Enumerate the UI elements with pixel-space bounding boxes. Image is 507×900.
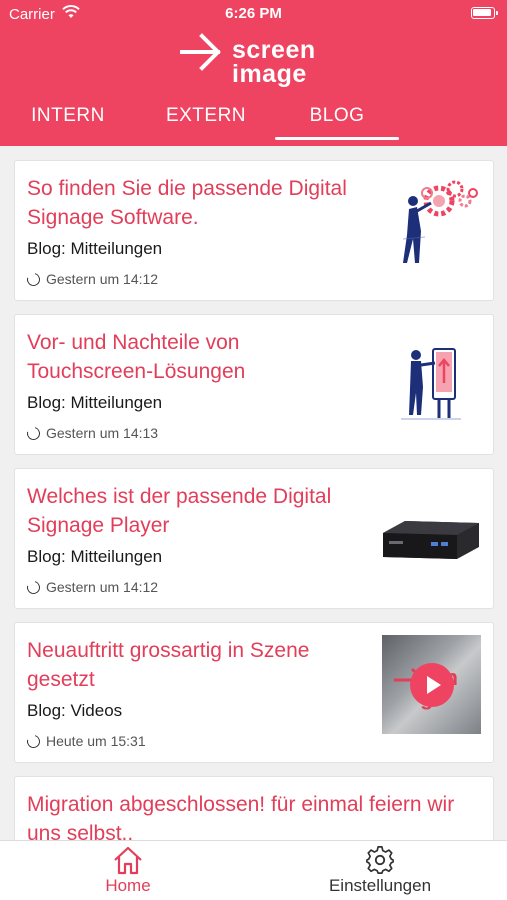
gear-icon — [366, 846, 394, 874]
post-title: Neuauftritt grossartig in Szene gesetzt — [27, 639, 310, 691]
post-category: Blog: Videos — [27, 701, 123, 720]
nav-home-label: Home — [105, 876, 151, 895]
clock-icon — [24, 732, 43, 751]
blog-post-list[interactable]: So finden Sie die passende Digital Signa… — [0, 146, 507, 840]
clock-icon — [24, 424, 43, 443]
post-time-label: Gestern um 14:13 — [46, 425, 159, 441]
video-thumbnail[interactable]: een ge — [382, 635, 481, 734]
post-category: Blog: Mitteilungen — [27, 239, 163, 258]
nav-settings[interactable]: Einstellungen — [315, 841, 445, 900]
post-time-label: Gestern um 14:12 — [46, 579, 159, 595]
blog-post-card[interactable]: Neuauftritt grossartig in Szene gesetzt … — [14, 622, 494, 763]
post-title: Vor- und Nachteile von Touchscreen-Lösun… — [27, 331, 246, 383]
home-icon — [114, 846, 142, 875]
status-time: 6:26 PM — [225, 5, 282, 22]
post-time: Heute um 15:31 — [24, 732, 146, 751]
post-title: So finden Sie die passende Digital Signa… — [27, 177, 347, 229]
post-time-label: Heute um 15:31 — [46, 733, 146, 749]
clock-icon — [24, 270, 43, 289]
blog-post-card[interactable]: Vor- und Nachteile von Touchscreen-Lösun… — [14, 314, 494, 455]
nav-home[interactable]: Home — [78, 841, 178, 900]
blog-post-card[interactable]: Migration abgeschlossen! für einmal feie… — [14, 776, 494, 840]
blog-post-card[interactable]: Welches ist der passende Digital Signage… — [14, 468, 494, 609]
app-header: Carrier 6:26 PM screen image INTERN EXTE… — [0, 0, 507, 146]
mini-pc-photo — [383, 521, 479, 559]
post-time: Gestern um 14:12 — [24, 270, 159, 289]
status-bar: Carrier 6:26 PM — [0, 0, 507, 28]
battery-icon — [471, 7, 498, 19]
post-time-label: Gestern um 14:12 — [46, 271, 159, 287]
logo-text-line2: image — [232, 60, 307, 88]
nav-settings-label: Einstellungen — [328, 876, 432, 895]
post-time: Gestern um 14:13 — [24, 424, 159, 443]
post-title: Migration abgeschlossen! für einmal feie… — [27, 793, 455, 840]
screen-image-logo: screen image — [180, 28, 340, 88]
touchscreen-kiosk-illustration — [401, 348, 461, 420]
bottom-tab-bar: Home Einstellungen — [0, 840, 507, 900]
blog-post-card[interactable]: So finden Sie die passende Digital Signa… — [14, 160, 494, 301]
play-icon[interactable] — [410, 663, 454, 707]
logo-arrow-icon — [180, 33, 221, 71]
post-title: Welches ist der passende Digital Signage… — [27, 485, 332, 537]
post-category: Blog: Mitteilungen — [27, 547, 163, 566]
tab-intern[interactable]: INTERN — [3, 96, 133, 140]
gears-person-illustration — [402, 180, 478, 263]
clock-icon — [24, 578, 43, 597]
tab-blog[interactable]: BLOG — [272, 96, 402, 140]
post-time: Gestern um 14:12 — [24, 578, 159, 597]
post-category: Blog: Mitteilungen — [27, 393, 163, 412]
tab-bar: INTERN EXTERN BLOG — [0, 96, 507, 146]
tab-extern[interactable]: EXTERN — [141, 96, 271, 140]
